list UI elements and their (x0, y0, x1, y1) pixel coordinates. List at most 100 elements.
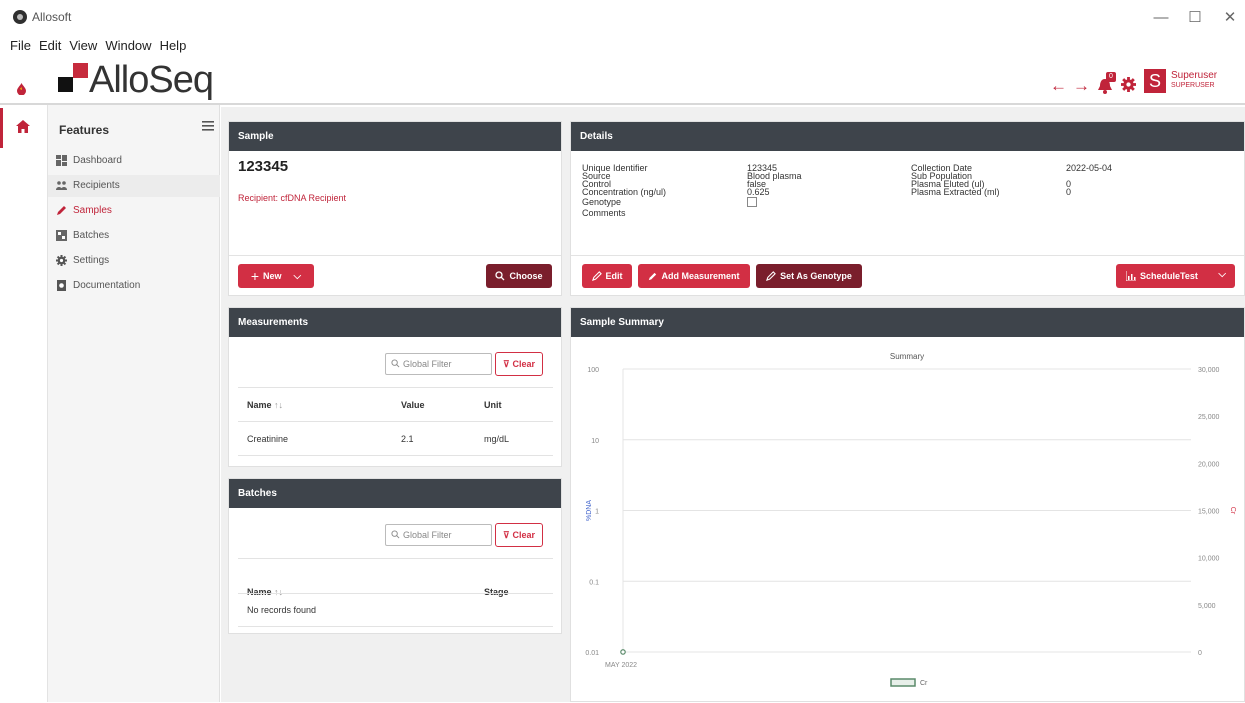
genotype-checkbox[interactable] (747, 197, 757, 207)
y-left-tick-label: 0.1 (589, 579, 599, 586)
summary-chart: Summary 100 10 1 0.1 0.01 30,000 25,000 20,000 15… (585, 352, 1236, 687)
minimize-button[interactable]: — (1151, 8, 1171, 28)
back-arrow-icon[interactable]: ← (1050, 77, 1067, 94)
filter-clear-icon: ⊽ (502, 529, 510, 540)
x-tick-label: MAY 2022 (605, 662, 637, 669)
sort-icon[interactable]: ↑↓ (274, 400, 283, 410)
measurements-clear-button[interactable]: ⊽ Clear (495, 352, 543, 376)
schedule-test-label: ScheduleTest (1140, 271, 1198, 281)
y-right-axis-label: Cr (1229, 507, 1236, 515)
detail-value-plasma-extracted: 0 (1066, 187, 1072, 197)
menu-view[interactable]: View (65, 37, 101, 55)
clear-button-label: Clear (512, 530, 536, 540)
legend-swatch (890, 678, 916, 687)
menu-window[interactable]: Window (101, 37, 155, 55)
edit-button[interactable]: Edit (582, 264, 632, 288)
sidebar-item-label: Dashboard (73, 155, 122, 166)
choose-button-label: Choose (509, 271, 543, 281)
home-button[interactable] (0, 108, 48, 148)
sample-id: 123345 (238, 158, 289, 175)
batches-clear-button[interactable]: ⊽ Clear (495, 523, 543, 547)
sidebar-item-dashboard[interactable]: Dashboard (48, 150, 220, 172)
sort-icon[interactable]: ↑↓ (274, 587, 283, 597)
column-header-name[interactable]: Name ↑↓ (247, 587, 283, 597)
empty-message: No records found (247, 605, 317, 615)
app-icon (13, 10, 27, 24)
set-as-genotype-button[interactable]: Set As Genotype (756, 264, 862, 288)
details-card: Details Unique Identifier Source Control… (570, 121, 1245, 296)
maximize-button[interactable]: ☐ (1185, 8, 1205, 28)
home-icon (16, 120, 30, 133)
notification-badge: 0 (1106, 72, 1116, 82)
y-right-tick-label: 15,000 (1198, 509, 1220, 516)
sidebar-item-documentation[interactable]: Documentation (48, 275, 220, 297)
y-right-tick-label: 0 (1198, 650, 1202, 657)
sidebar-item-label: Documentation (73, 280, 141, 291)
drop-icon (17, 83, 26, 95)
sidebar-item-settings[interactable]: Settings (48, 250, 220, 272)
column-header-name[interactable]: Name ↑↓ (247, 400, 283, 410)
column-header-value[interactable]: Value (401, 400, 425, 410)
legend-label: Cr (920, 680, 928, 687)
detail-value-collection-date: 2022-05-04 (1066, 163, 1113, 173)
user-avatar[interactable]: S (1144, 69, 1166, 93)
user-name[interactable]: Superuser (1171, 70, 1217, 81)
detail-label-concentration: Concentration (ng/ul) (582, 187, 667, 197)
recipient-link[interactable]: Recipient: cfDNA Recipient (238, 193, 346, 203)
sidebar-item-label: Settings (73, 255, 110, 266)
forward-arrow-icon[interactable]: → (1073, 77, 1090, 94)
data-point (620, 649, 626, 655)
pencil-icon (649, 272, 657, 280)
y-left-axis-label: %DNA (586, 500, 593, 521)
new-button-label: New (263, 271, 282, 281)
filter-placeholder: Global Filter (403, 359, 452, 369)
sidebar-item-recipients[interactable]: Recipients (48, 175, 220, 197)
y-right-tick-label: 30,000 (1198, 367, 1220, 374)
measurements-card: Measurements Global Filter ⊽ Clear Name … (228, 307, 562, 467)
window-title: Allosoft (32, 10, 72, 24)
people-icon (56, 181, 67, 190)
menu-bar: File Edit View Window Help (6, 37, 190, 55)
set-as-genotype-label: Set As Genotype (780, 271, 852, 281)
hamburger-menu-icon[interactable] (202, 120, 214, 132)
choose-button[interactable]: Choose (486, 264, 552, 288)
card-header: Details (571, 122, 1244, 151)
measurements-filter-input[interactable]: Global Filter (385, 353, 492, 375)
nav-rail (0, 105, 48, 702)
add-measurement-label: Add Measurement (661, 271, 740, 281)
sidebar-item-label: Samples (73, 205, 112, 216)
column-header-unit[interactable]: Unit (484, 400, 502, 410)
search-icon (391, 359, 400, 368)
y-left-tick-label: 0.01 (585, 650, 599, 657)
edit-button-label: Edit (605, 271, 623, 281)
settings-gear-icon[interactable] (1121, 77, 1136, 92)
chevron-down-icon: ⌵ (293, 270, 302, 282)
sidebar-item-label: Batches (73, 230, 110, 241)
add-measurement-button[interactable]: Add Measurement (638, 264, 750, 288)
sidebar-item-batches[interactable]: Batches (48, 225, 220, 247)
sample-card: Sample 123345 Recipient: cfDNA Recipient… (228, 121, 562, 296)
schedule-test-button[interactable]: ScheduleTest ⌵ (1116, 264, 1235, 288)
app-header: AlloSeq ← → 0 S Superuser SUPERUSER (0, 55, 1245, 105)
chevron-down-icon[interactable]: ⌵ (1218, 269, 1226, 280)
batch-icon (56, 230, 67, 241)
y-left-tick-label: 100 (587, 367, 599, 374)
search-icon (391, 530, 400, 539)
close-button[interactable]: ✕ (1220, 8, 1240, 28)
detail-label-plasma-extracted: Plasma Extracted (ml) (911, 187, 1000, 197)
menu-file[interactable]: File (6, 37, 35, 55)
clear-button-label: Clear (512, 359, 536, 369)
y-left-tick-label: 1 (595, 509, 599, 516)
menu-edit[interactable]: Edit (35, 37, 65, 55)
batches-filter-input[interactable]: Global Filter (385, 524, 492, 546)
pencil-icon (57, 206, 66, 215)
new-button[interactable]: + New ⌵ (238, 264, 314, 288)
user-role: SUPERUSER (1171, 82, 1215, 89)
sidebar-item-samples[interactable]: Samples (48, 200, 220, 222)
filter-clear-icon: ⊽ (502, 358, 510, 369)
measurement-unit: mg/dL (484, 434, 510, 444)
column-header-stage[interactable]: Stage (484, 587, 509, 597)
y-right-tick-label: 5,000 (1198, 603, 1216, 610)
notification-bell-icon[interactable]: 0 (1098, 72, 1116, 94)
menu-help[interactable]: Help (156, 37, 191, 55)
